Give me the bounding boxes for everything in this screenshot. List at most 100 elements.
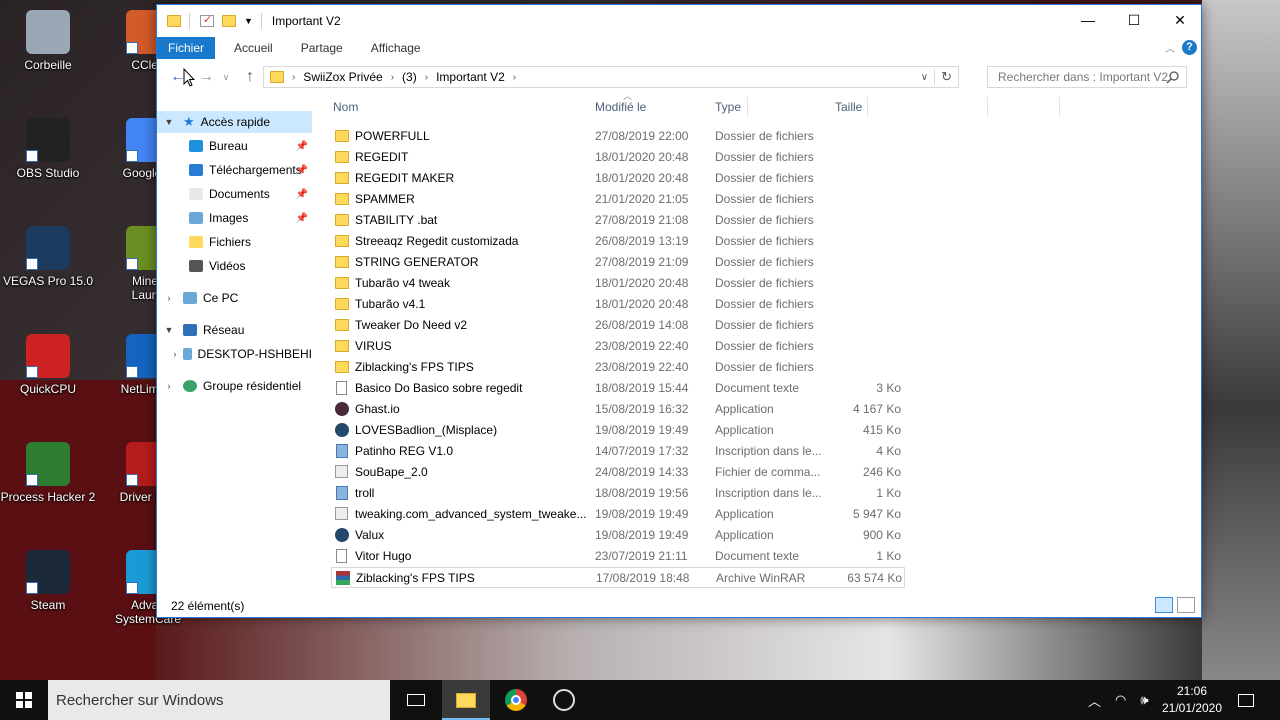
cell-type: Dossier de fichiers — [715, 360, 814, 374]
refresh-icon[interactable]: ↻ — [934, 69, 958, 85]
recent-locations-icon[interactable]: ∨ — [219, 72, 233, 83]
tree-item-quick-access[interactable]: ▼ ★ Accès rapide — [157, 111, 312, 133]
pin-icon[interactable]: 📌 — [296, 165, 308, 176]
tree-item-quick-access-entry[interactable]: Documents 📌 — [157, 183, 312, 205]
table-row[interactable]: SouBape_2.0 24/08/2019 14:33 Fichier de co… — [331, 462, 905, 483]
desktop-shortcut[interactable]: Corbeille — [0, 10, 96, 72]
desktop-shortcut[interactable]: Process Hacker 2 — [0, 442, 96, 504]
table-row[interactable]: LOVESBadlion_(Misplace) 19/08/2019 19:49 A… — [331, 420, 905, 441]
maximize-button[interactable]: ☐ — [1111, 5, 1157, 35]
table-row[interactable]: Tubarão v4 tweak 18/01/2020 20:48 Dossier … — [331, 273, 905, 294]
volume-icon[interactable]: 🕪 — [1140, 692, 1148, 708]
taskbar-search-input[interactable]: Rechercher sur Windows — [48, 680, 390, 720]
folder-icon — [335, 277, 349, 289]
column-header-size[interactable]: Taille — [835, 95, 905, 119]
clock[interactable]: 21:06 21/01/2020 — [1150, 683, 1234, 717]
tree-item-quick-access-entry[interactable]: Bureau 📌 — [157, 135, 312, 157]
task-view-icon[interactable] — [392, 680, 440, 720]
chevron-down-icon[interactable]: ∨ — [915, 72, 934, 83]
tree-item-network[interactable]: ▼ Réseau — [157, 319, 312, 341]
pin-icon[interactable]: 📌 — [296, 141, 308, 152]
table-row[interactable]: Patinho REG V1.0 14/07/2019 17:32 Inscript… — [331, 441, 905, 462]
table-row[interactable]: Tweaker Do Need v2 26/08/2019 14:08 Dossie… — [331, 315, 905, 336]
pin-icon[interactable]: 📌 — [296, 213, 308, 224]
breadcrumb-item[interactable]: (3) — [402, 70, 417, 84]
tab-accueil[interactable]: Accueil — [215, 37, 285, 59]
large-icons-view-icon[interactable] — [1177, 597, 1195, 613]
new-folder-icon[interactable] — [222, 15, 236, 27]
table-row[interactable]: Tubarão v4.1 18/01/2020 20:48 Dossier de f… — [331, 294, 905, 315]
table-row[interactable]: Streeaqz Regedit customizada 26/08/2019 1… — [331, 231, 905, 252]
tree-item-this-pc[interactable]: › Ce PC — [157, 287, 312, 309]
table-row[interactable]: Ziblacking's FPS TIPS 23/08/2019 22:40 Dos… — [331, 357, 905, 378]
table-row[interactable]: Ghast.io 15/08/2019 16:32 Application 4 167… — [331, 399, 905, 420]
breadcrumb-item[interactable]: SwiiZox Privée — [303, 70, 382, 84]
chevron-down-icon[interactable]: ▼ — [163, 325, 175, 335]
customize-quick-access-icon[interactable]: ▼ — [244, 16, 253, 26]
chevron-right-icon[interactable]: › — [425, 72, 428, 83]
tree-item-desktop-pc[interactable]: › DESKTOP-HSHBEHI — [157, 343, 312, 365]
chrome-taskbar-icon[interactable] — [492, 680, 540, 720]
chevron-right-icon[interactable]: › — [292, 72, 295, 83]
tab-partage[interactable]: Partage — [285, 37, 355, 59]
chevron-right-icon[interactable]: › — [171, 349, 179, 359]
table-row[interactable]: REGEDIT MAKER 18/01/2020 20:48 Dossier de … — [331, 168, 905, 189]
file-explorer-window[interactable]: ✓ ▼ Important V2 — ☐ ✕ Fichier Accueil P… — [156, 4, 1202, 618]
chevron-right-icon[interactable]: › — [163, 381, 175, 391]
forward-icon[interactable]: → — [193, 68, 219, 86]
column-header-type[interactable]: Type — [715, 95, 825, 119]
desktop-shortcut[interactable]: VEGAS Pro 15.0 — [0, 226, 96, 288]
start-button[interactable] — [0, 680, 48, 720]
tree-item-quick-access-entry[interactable]: Images 📌 — [157, 207, 312, 229]
breadcrumb-item[interactable]: Important V2 — [436, 70, 505, 84]
shortcut-arrow-icon — [126, 42, 138, 54]
action-center-icon[interactable] — [1238, 680, 1254, 720]
column-header-name[interactable]: Nom — [333, 95, 583, 119]
tree-item-quick-access-entry[interactable]: Fichiers — [157, 231, 312, 253]
file-explorer-taskbar-icon[interactable] — [442, 680, 490, 720]
up-icon[interactable]: ↑ — [237, 68, 263, 86]
table-row[interactable]: SPAMMER 21/01/2020 21:05 Dossier de fichie… — [331, 189, 905, 210]
close-button[interactable]: ✕ — [1157, 5, 1203, 35]
chevron-right-icon[interactable]: › — [163, 293, 175, 303]
tree-item-homegroup[interactable]: › Groupe résidentiel — [157, 375, 312, 397]
chevron-right-icon[interactable]: › — [391, 72, 394, 83]
table-row[interactable]: tweaking.com_advanced_system_tweake... 19… — [331, 504, 905, 525]
search-input[interactable]: Rechercher dans : Important V2 — [987, 66, 1187, 88]
help-icon[interactable]: ? — [1182, 40, 1197, 55]
table-row[interactable]: POWERFULL 27/08/2019 22:00 Dossier de fich… — [331, 126, 905, 147]
desktop-shortcut[interactable]: QuickCPU — [0, 334, 96, 396]
show-hidden-icons-icon[interactable]: ︿ — [1088, 691, 1101, 710]
table-row[interactable]: VIRUS 23/08/2019 22:40 Dossier de fichiers — [331, 336, 905, 357]
address-bar[interactable]: › SwiiZox Privée › (3) › Important V2 › … — [263, 66, 959, 88]
minimize-button[interactable]: — — [1065, 5, 1111, 35]
tab-fichier[interactable]: Fichier — [157, 37, 216, 59]
obs-taskbar-icon[interactable] — [540, 680, 588, 720]
table-row[interactable]: STRING GENERATOR 27/08/2019 21:09 Dossier … — [331, 252, 905, 273]
cell-type: Fichier de comma... — [715, 465, 821, 479]
search-icon[interactable] — [1166, 70, 1180, 84]
table-row[interactable]: Vitor Hugo 23/07/2019 21:11 Document texte… — [331, 546, 905, 567]
tree-item-quick-access-entry[interactable]: Vidéos — [157, 255, 312, 277]
table-row[interactable]: Basico Do Basico sobre regedit 18/08/2019… — [331, 378, 905, 399]
tree-item-quick-access-entry[interactable]: Téléchargements 📌 — [157, 159, 312, 181]
table-row[interactable]: REGEDIT 18/01/2020 20:48 Dossier de fichie… — [331, 147, 905, 168]
table-row[interactable]: Valux 19/08/2019 19:49 Application 900 Ko — [331, 525, 905, 546]
desktop-shortcut[interactable]: OBS Studio — [0, 118, 96, 180]
column-header-date[interactable]: Modifié le — [595, 95, 705, 119]
expand-ribbon-icon[interactable]: ︿ — [1165, 40, 1175, 55]
properties-icon[interactable]: ✓ — [200, 14, 214, 27]
pin-icon[interactable]: 📌 — [296, 189, 308, 200]
title-bar[interactable]: ✓ ▼ Important V2 — ☐ ✕ — [157, 5, 1201, 37]
desktop-shortcut[interactable]: Steam — [0, 550, 96, 612]
table-row[interactable]: STABILITY .bat 27/08/2019 21:08 Dossier de… — [331, 210, 905, 231]
cell-type: Dossier de fichiers — [715, 150, 814, 164]
wifi-icon[interactable]: ◠ — [1115, 692, 1126, 708]
folder-icon — [189, 188, 203, 200]
details-view-icon[interactable] — [1155, 597, 1173, 613]
tab-affichage[interactable]: Affichage — [355, 37, 433, 59]
chevron-down-icon[interactable]: ▼ — [163, 117, 175, 127]
table-row[interactable]: Ziblacking's FPS TIPS 17/08/2019 18:48 Arc… — [331, 567, 905, 588]
chevron-right-icon[interactable]: › — [513, 72, 516, 83]
table-row[interactable]: troll 18/08/2019 19:56 Inscription dans le… — [331, 483, 905, 504]
